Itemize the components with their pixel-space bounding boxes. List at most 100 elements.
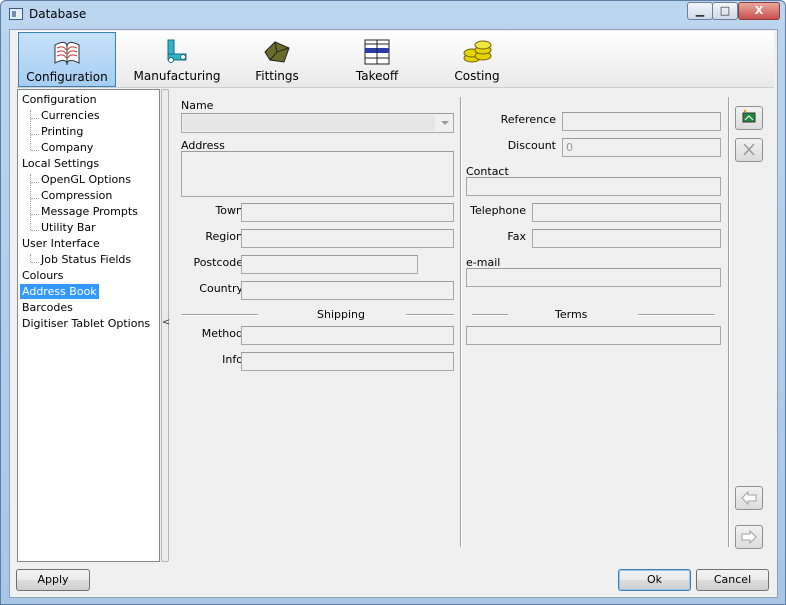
delete-x-icon [743,143,755,156]
cancel-button[interactable]: Cancel [696,569,769,591]
postcode-field[interactable] [241,255,418,274]
column-divider [460,97,462,547]
fax-label: Fax [507,230,526,243]
collapse-splitter[interactable]: < [161,89,170,562]
terms-heading: Terms [555,308,588,321]
info-field[interactable] [241,352,454,371]
name-combo[interactable] [181,113,454,133]
discount-field[interactable]: 0 [562,138,721,157]
tree-item-company[interactable]: Company [41,140,93,155]
discount-value: 0 [566,141,573,154]
app-icon [9,8,23,20]
new-record-icon [742,109,756,123]
side-toolbar-divider [728,97,730,547]
tree-item-colours[interactable]: Colours [22,268,63,283]
method-field[interactable] [241,326,454,345]
arrow-right-icon [741,529,757,545]
reference-label: Reference [500,113,556,126]
tree-item-job-status-fields[interactable]: Job Status Fields [41,252,131,267]
takeoff-icon [364,39,390,65]
discount-label: Discount [507,139,556,152]
terms-divider-left [472,314,508,316]
chevron-down-icon[interactable] [441,121,449,125]
title-bar[interactable]: Database ▁ □ X [1,1,785,29]
tab-costing[interactable]: Costing [428,32,526,87]
tree-guide [30,110,31,150]
tree-item-barcodes[interactable]: Barcodes [22,300,73,315]
arrow-left-icon [741,490,757,506]
country-label: Country [199,282,243,295]
tab-fittings[interactable]: Fittings [228,32,326,87]
book-icon [54,41,80,66]
toolbar: Configuration Manufacturing Fittings Tak… [17,31,774,88]
settings-tree[interactable]: Configuration Currencies Printing Compan… [17,89,160,562]
close-button[interactable]: X [738,2,780,20]
database-window: Database ▁ □ X Configuration Manufacturi… [0,0,786,605]
tree-item-currencies[interactable]: Currencies [41,108,100,123]
tree-guide [30,254,31,262]
tree-item-address-book[interactable]: Address Book [20,284,99,299]
email-field[interactable] [466,268,721,287]
method-label: Method [201,327,243,340]
tree-item-compression[interactable]: Compression [41,188,112,203]
tab-label: Fittings [255,69,299,83]
machine-icon [167,39,187,63]
telephone-field[interactable] [532,203,721,222]
tree-item-message-prompts[interactable]: Message Prompts [41,204,138,219]
tree-guide [31,262,39,263]
town-field[interactable] [241,203,454,222]
tree-item-utility-bar[interactable]: Utility Bar [41,220,96,235]
contact-field[interactable] [466,177,721,196]
name-label: Name [181,99,214,112]
tree-guide [31,150,39,151]
tree-guide [31,198,39,199]
tab-label: Costing [454,69,500,83]
shipping-divider-right [406,314,454,316]
name-combo-value [183,115,435,131]
tab-configuration[interactable]: Configuration [18,32,116,87]
tab-label: Configuration [26,70,108,84]
previous-record-button[interactable] [735,486,763,510]
minimize-button[interactable]: ▁ [687,2,713,20]
terms-field[interactable] [466,326,721,345]
tab-takeoff[interactable]: Takeoff [328,32,426,87]
tree-guide [31,230,39,231]
tree-guide [31,134,39,135]
tab-manufacturing[interactable]: Manufacturing [128,32,226,87]
region-label: Region [205,230,243,243]
info-label: Info [222,353,243,366]
ok-button[interactable]: Ok [618,569,691,591]
country-field[interactable] [241,281,454,300]
dialog-client: Configuration Manufacturing Fittings Tak… [9,29,778,598]
shipping-divider-left [181,314,258,316]
tree-item-user-interface[interactable]: User Interface [22,236,100,251]
tree-item-printing[interactable]: Printing [41,124,83,139]
tab-label: Takeoff [355,69,399,83]
tree-guide [31,182,39,183]
tree-guide [31,118,39,119]
postcode-label: Postcode [193,256,243,269]
tree-item-digitiser-tablet-options[interactable]: Digitiser Tablet Options [22,316,150,331]
town-label: Town [215,204,243,217]
tree-item-configuration[interactable]: Configuration [22,92,97,107]
apply-button[interactable]: Apply [16,569,90,591]
tree-item-local-settings[interactable]: Local Settings [22,156,99,171]
fitting-icon [264,41,290,63]
address-book-panel: Name Address Town Region Postcode Countr… [170,89,775,564]
coins-icon [463,40,492,63]
region-field[interactable] [241,229,454,248]
tree-guide [31,214,39,215]
next-record-button[interactable] [735,525,763,549]
address-field[interactable] [181,151,454,197]
terms-divider-right [638,314,715,316]
fax-field[interactable] [532,229,721,248]
tree-item-opengl-options[interactable]: OpenGL Options [41,172,131,187]
maximize-button[interactable]: □ [712,2,738,20]
telephone-label: Telephone [470,204,526,217]
add-entry-button[interactable] [735,106,763,130]
delete-entry-button[interactable] [735,138,763,162]
window-title: Database [29,7,87,21]
shipping-heading: Shipping [317,308,365,321]
reference-field[interactable] [562,112,721,131]
tab-label: Manufacturing [133,69,221,83]
